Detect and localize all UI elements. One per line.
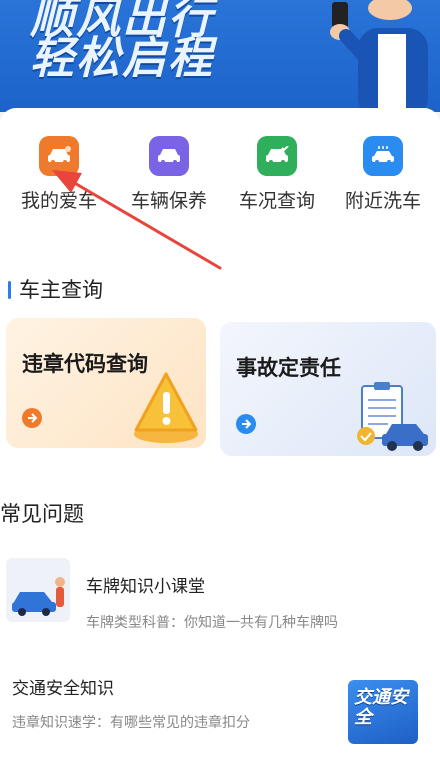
shortcut-label: 附近洗车 [344, 190, 421, 212]
faq-heading: 常见问题 [0, 502, 84, 526]
card-title: 事故定责任 [236, 356, 341, 380]
hero-title-line2: 轻松启程 [30, 33, 214, 84]
section-accent-bar [8, 281, 11, 299]
car-wash-icon [363, 136, 403, 176]
car-check-icon [257, 136, 297, 176]
car-icon [39, 136, 79, 176]
shortcut-label: 车况查询 [238, 190, 315, 212]
faq-title: 车牌知识小课堂 [86, 577, 205, 597]
car-service-icon [149, 136, 189, 176]
arrow-right-icon [236, 414, 256, 434]
faq-item[interactable]: 交通安全知识 违章知识速学：有哪些常见的违章扣分 交通安全 [0, 656, 440, 756]
warning-icon [134, 372, 198, 443]
owner-query-heading: 车主查询 [8, 274, 103, 304]
shortcut-car-check[interactable]: 车况查询 [222, 128, 332, 213]
accident-liability-card[interactable]: 事故定责任 [220, 322, 436, 456]
hero-banner[interactable]: 顺风出行 轻松启程 [0, 0, 440, 112]
violation-code-card[interactable]: 违章代码查询 [6, 318, 206, 448]
traffic-safety-thumb: 交通安全 [348, 680, 418, 744]
faq-desc: 违章知识速学：有哪些常见的违章扣分 [12, 715, 250, 731]
license-plate-thumb [6, 558, 70, 622]
traffic-safety-thumb-text: 交通安全 [354, 687, 408, 728]
shortcut-my-car[interactable]: 我的爱车 [4, 128, 114, 213]
shortcut-car-wash[interactable]: 附近洗车 [328, 128, 438, 213]
report-car-icon [357, 382, 428, 451]
shortcut-label: 车辆保养 [130, 190, 207, 212]
shortcut-label: 我的爱车 [20, 190, 97, 212]
arrow-right-icon [22, 408, 42, 428]
shortcut-grid: 我的爱车 车辆保养 车况查询 附近洗车 [0, 128, 440, 218]
shortcut-car-service[interactable]: 车辆保养 [114, 128, 224, 213]
main-panel: 我的爱车 车辆保养 车况查询 附近洗车 车主查询 违章代码查询 事故定责任 常见… [0, 108, 440, 757]
faq-item[interactable]: 车牌知识小课堂 车牌类型科普：你知道一共有几种车牌吗 [0, 548, 440, 648]
driver-illustration [330, 0, 428, 112]
faq-title: 交通安全知识 [12, 679, 114, 699]
faq-desc: 车牌类型科普：你知道一共有几种车牌吗 [86, 615, 338, 631]
